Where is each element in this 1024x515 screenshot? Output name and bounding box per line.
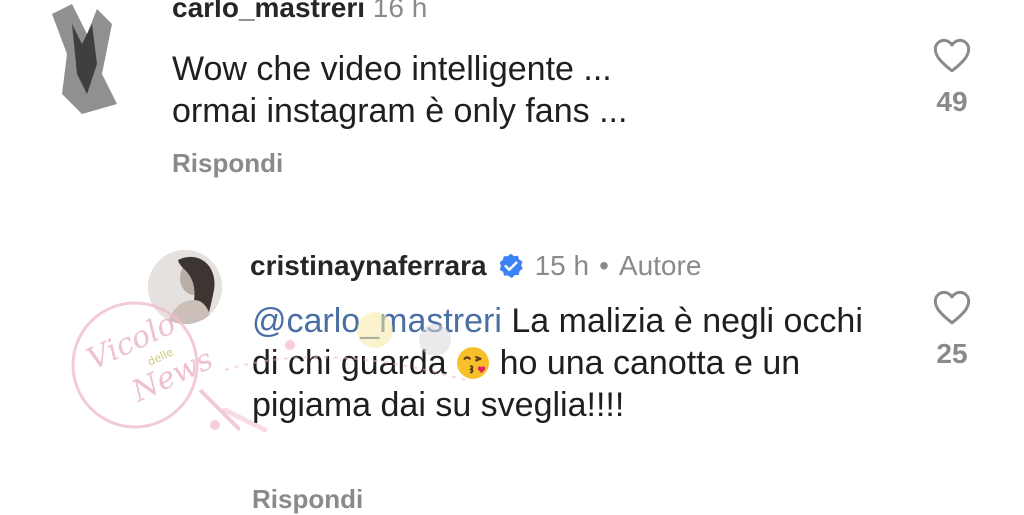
reply-button[interactable]: Rispondi bbox=[252, 484, 363, 515]
like-button[interactable]: 25 bbox=[920, 288, 984, 370]
comment-text: Wow che video intelligente ... ormai ins… bbox=[172, 48, 892, 132]
watermark-line-2: delle bbox=[146, 345, 176, 368]
avatar[interactable] bbox=[148, 250, 222, 324]
comment-text-line: ormai instagram è only fans ... bbox=[172, 92, 628, 130]
mention-link[interactable]: @carlo_mastreri bbox=[252, 302, 502, 340]
watermark-line-3: News bbox=[126, 342, 219, 410]
avatar[interactable] bbox=[42, 0, 132, 119]
heart-icon[interactable] bbox=[932, 288, 972, 326]
meta-separator: • bbox=[599, 250, 609, 281]
comment-header: carlo_mastreri 16 h bbox=[172, 0, 427, 24]
heart-icon[interactable] bbox=[932, 36, 972, 74]
comment-text: @carlo_mastreri La malizia è negli occhi… bbox=[252, 300, 892, 426]
verified-badge-icon bbox=[499, 253, 523, 278]
author-label: Autore bbox=[618, 250, 702, 281]
like-count: 25 bbox=[936, 338, 968, 369]
reply-button[interactable]: Rispondi bbox=[172, 148, 283, 179]
comment-username[interactable]: carlo_mastreri bbox=[172, 0, 365, 23]
comment-time: 16 h bbox=[372, 0, 428, 23]
like-button[interactable]: 49 bbox=[920, 36, 984, 118]
comment-time: 15 h bbox=[534, 250, 590, 281]
comment-header: cristinaynaferrara 15 h • Autore bbox=[250, 250, 701, 282]
kiss-emoji-icon bbox=[457, 347, 490, 379]
like-count: 49 bbox=[936, 86, 968, 117]
comment-username[interactable]: cristinaynaferrara bbox=[250, 250, 487, 282]
comment-text-line: Wow che video intelligente ... bbox=[172, 50, 612, 88]
